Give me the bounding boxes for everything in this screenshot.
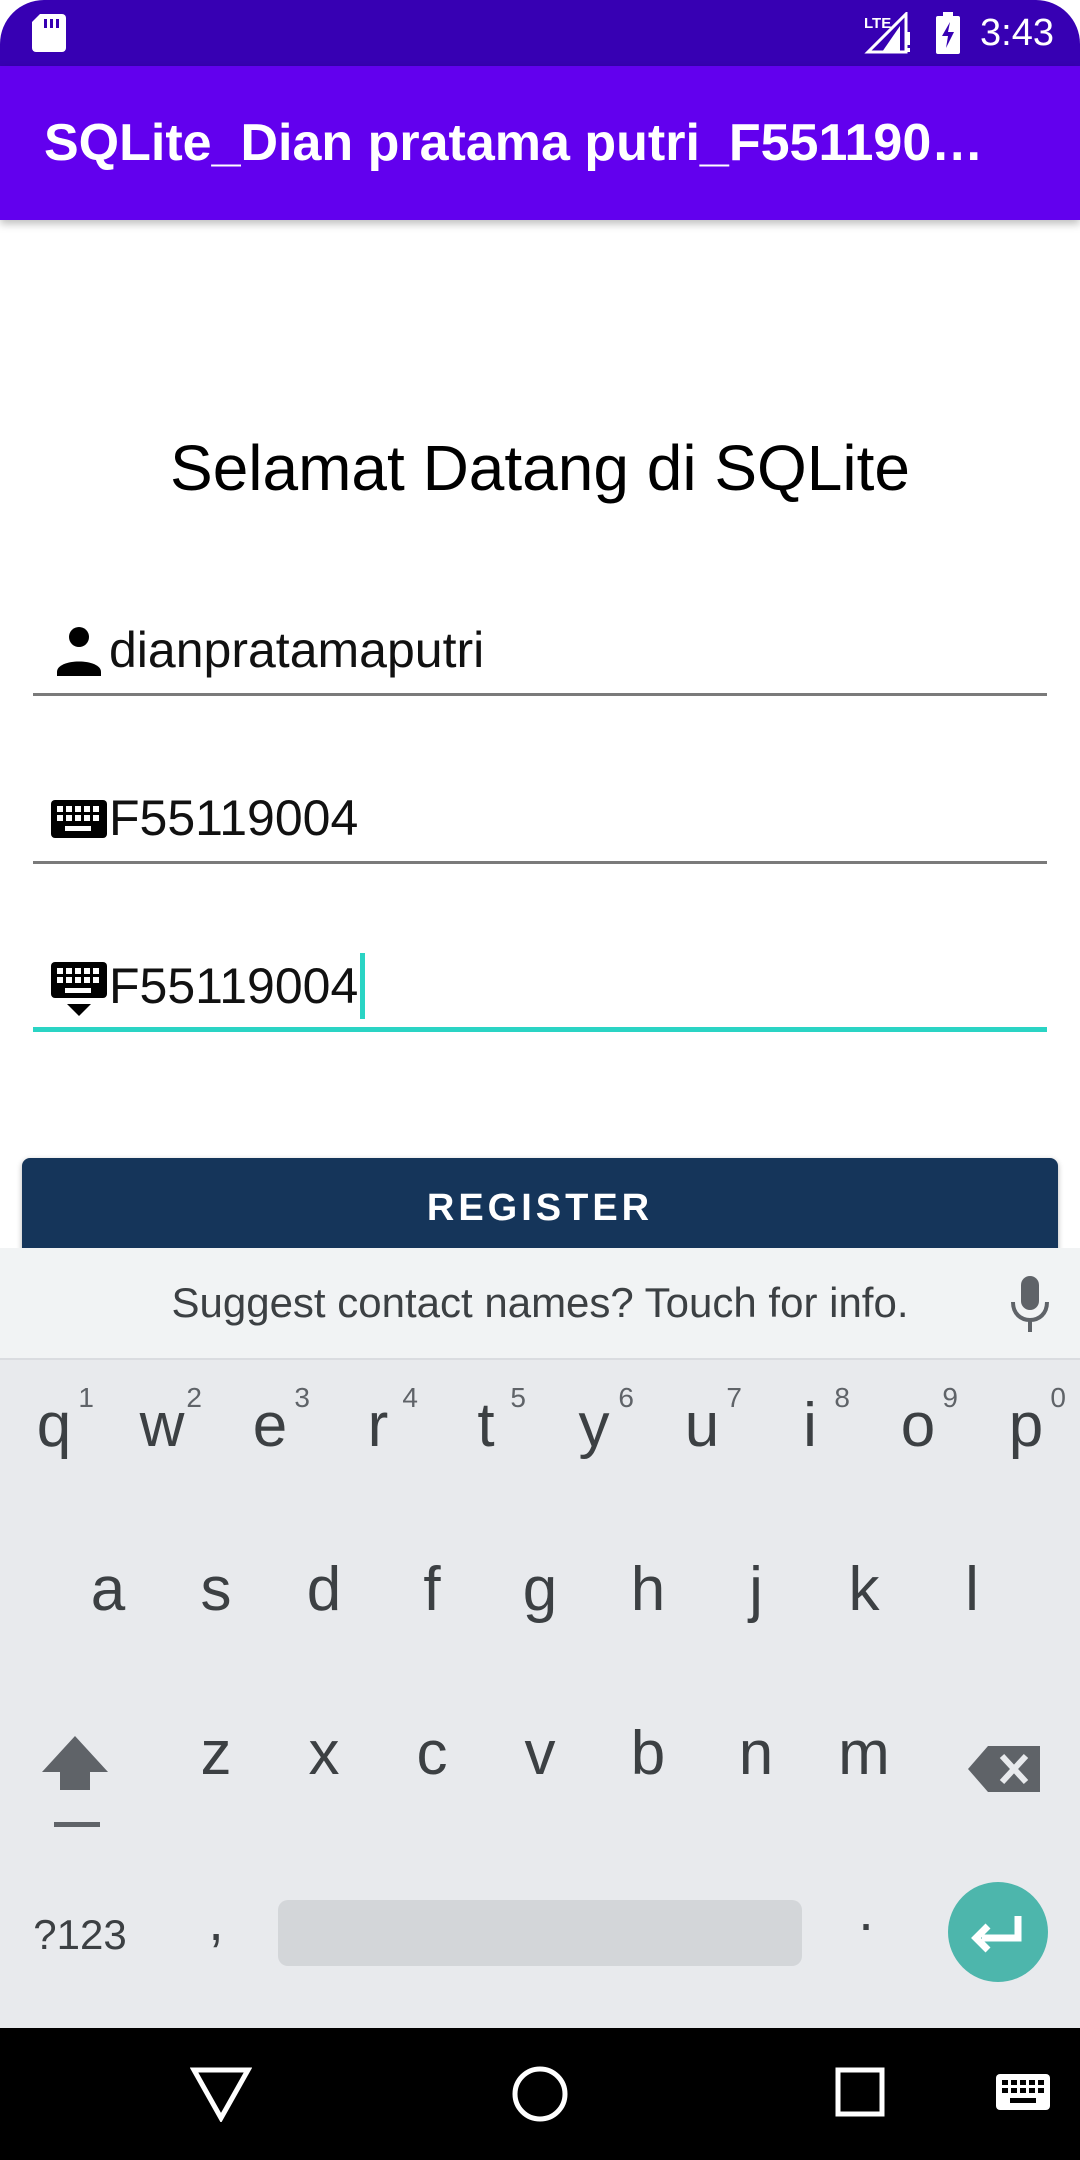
username-field[interactable]: dianpratamaputri [33, 606, 1047, 696]
key-m[interactable]: m [810, 1718, 918, 1789]
recent-apps-icon[interactable] [834, 2066, 886, 2118]
key-h[interactable]: h [594, 1554, 702, 1625]
key-g[interactable]: g [486, 1554, 594, 1625]
key-j[interactable]: j [702, 1554, 810, 1625]
app-bar: SQLite_Dian pratama putri_F551190… [0, 66, 1080, 220]
confirm-password-field[interactable]: F55119004 [33, 942, 1047, 1032]
person-icon [57, 627, 101, 676]
confirm-password-value: F55119004 [109, 948, 366, 1024]
key-hint: 4 [402, 1382, 418, 1413]
key-s[interactable]: s [162, 1554, 270, 1625]
key-u[interactable]: 7u [648, 1382, 756, 1461]
password-field[interactable]: F55119004 [33, 774, 1047, 864]
key-e[interactable]: 3e [216, 1382, 324, 1461]
password-value: F55119004 [109, 790, 359, 846]
period-key[interactable]: . [836, 1878, 896, 1968]
key-hint: 2 [186, 1382, 202, 1413]
back-icon[interactable] [190, 2066, 252, 2122]
key-i[interactable]: 8i [756, 1382, 864, 1461]
battery-charging-icon [936, 12, 960, 54]
status-time: 3:43 [980, 12, 1054, 54]
backspace-key-icon[interactable] [966, 1734, 1046, 1804]
key-hint: 7 [726, 1382, 742, 1413]
username-value: dianpratamaputri [109, 622, 485, 678]
key-hint: 6 [618, 1382, 634, 1413]
key-w[interactable]: 2w [108, 1382, 216, 1461]
enter-icon [971, 1916, 1022, 1953]
app-title: SQLite_Dian pratama putri_F551190… [44, 114, 984, 172]
suggestion-text[interactable]: Suggest contact names? Touch for info. [0, 1248, 1080, 1358]
key-hint: 3 [294, 1382, 310, 1413]
keyboard-icon [51, 800, 107, 838]
password-underline [33, 861, 1047, 864]
key-q[interactable]: 1q [0, 1382, 108, 1461]
key-n[interactable]: n [702, 1718, 810, 1789]
key-k[interactable]: k [810, 1554, 918, 1625]
key-hint: 9 [942, 1382, 958, 1413]
key-l[interactable]: l [918, 1554, 1026, 1625]
welcome-heading: Selamat Datang di SQLite [170, 432, 910, 504]
key-y[interactable]: 6y [540, 1382, 648, 1461]
key-hint: 1 [78, 1382, 94, 1413]
status-bar: LTE 3:43 [0, 0, 1080, 66]
microphone-icon[interactable] [1006, 1274, 1054, 1334]
navigation-bar [0, 2028, 1080, 2160]
keyboard-hide-icon [51, 962, 107, 1016]
key-z[interactable]: z [162, 1718, 270, 1789]
key-a[interactable]: a [54, 1554, 162, 1625]
key-t[interactable]: 5t [432, 1382, 540, 1461]
text-cursor [360, 952, 366, 1019]
network-type-label: LTE [864, 15, 891, 32]
key-hint: 5 [510, 1382, 526, 1413]
home-icon[interactable] [510, 2064, 570, 2124]
shift-key-icon[interactable] [36, 1728, 114, 1838]
key-hint: 0 [1050, 1382, 1066, 1413]
key-hint: 8 [834, 1382, 850, 1413]
comma-key[interactable]: , [186, 1888, 246, 1978]
lte-signal-icon: LTE [864, 12, 910, 54]
key-c[interactable]: c [378, 1718, 486, 1789]
key-d[interactable]: d [270, 1554, 378, 1625]
key-f[interactable]: f [378, 1554, 486, 1625]
sd-card-icon [32, 14, 66, 52]
username-underline [33, 693, 1047, 696]
suggestion-bar[interactable]: Suggest contact names? Touch for info. [0, 1248, 1080, 1360]
space-key[interactable] [278, 1900, 802, 1966]
confirm-password-underline [33, 1027, 1047, 1032]
symbols-key[interactable]: ?123 [20, 1900, 140, 1970]
soft-keyboard: Suggest contact names? Touch for info. 1… [0, 1248, 1080, 2028]
key-o[interactable]: 9o [864, 1382, 972, 1461]
key-v[interactable]: v [486, 1718, 594, 1789]
key-x[interactable]: x [270, 1718, 378, 1789]
enter-key[interactable] [948, 1882, 1048, 1982]
key-r[interactable]: 4r [324, 1382, 432, 1461]
key-b[interactable]: b [594, 1718, 702, 1789]
keyboard-switch-icon[interactable] [994, 2072, 1052, 2116]
key-p[interactable]: 0p [972, 1382, 1080, 1461]
